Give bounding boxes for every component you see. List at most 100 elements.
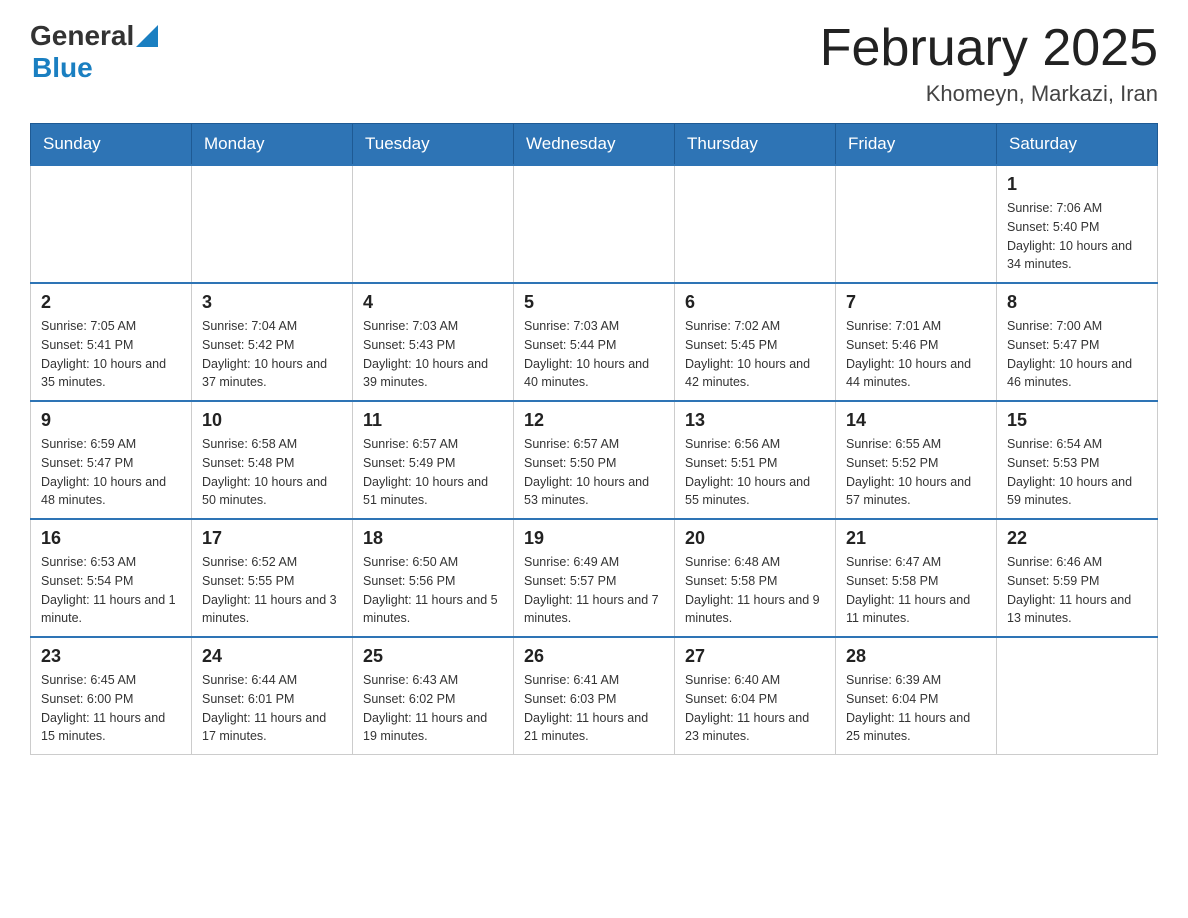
location-title: Khomeyn, Markazi, Iran [820, 81, 1158, 107]
day-number: 23 [41, 646, 181, 667]
day-number: 9 [41, 410, 181, 431]
day-info: Sunrise: 6:59 AMSunset: 5:47 PMDaylight:… [41, 435, 181, 510]
day-info: Sunrise: 6:44 AMSunset: 6:01 PMDaylight:… [202, 671, 342, 746]
day-info: Sunrise: 6:45 AMSunset: 6:00 PMDaylight:… [41, 671, 181, 746]
week-row-1: 1Sunrise: 7:06 AMSunset: 5:40 PMDaylight… [31, 165, 1158, 283]
day-cell: 2Sunrise: 7:05 AMSunset: 5:41 PMDaylight… [31, 283, 192, 401]
day-cell: 28Sunrise: 6:39 AMSunset: 6:04 PMDayligh… [836, 637, 997, 755]
weekday-thursday: Thursday [675, 124, 836, 166]
day-info: Sunrise: 6:53 AMSunset: 5:54 PMDaylight:… [41, 553, 181, 628]
day-number: 13 [685, 410, 825, 431]
day-number: 2 [41, 292, 181, 313]
day-info: Sunrise: 6:58 AMSunset: 5:48 PMDaylight:… [202, 435, 342, 510]
day-number: 28 [846, 646, 986, 667]
month-title: February 2025 [820, 20, 1158, 77]
week-row-4: 16 Sunrise: 6:53 AMSunset: 5:54 PMDayligh… [31, 519, 1158, 637]
day-info: Sunrise: 7:06 AMSunset: 5:40 PMDaylight:… [1007, 199, 1147, 274]
day-number: 12 [524, 410, 664, 431]
day-number: 11 [363, 410, 503, 431]
day-number: 10 [202, 410, 342, 431]
day-cell: 4 Sunrise: 7:03 AMSunset: 5:43 PMDaylight… [353, 283, 514, 401]
day-cell: 24 Sunrise: 6:44 AMSunset: 6:01 PMDayligh… [192, 637, 353, 755]
day-number: 15 [1007, 410, 1147, 431]
day-cell: 6 Sunrise: 7:02 AMSunset: 5:45 PMDaylight… [675, 283, 836, 401]
day-cell: 17Sunrise: 6:52 AMSunset: 5:55 PMDayligh… [192, 519, 353, 637]
day-cell [353, 165, 514, 283]
day-cell: 12 Sunrise: 6:57 AMSunset: 5:50 PMDayligh… [514, 401, 675, 519]
day-number: 27 [685, 646, 825, 667]
day-cell: 11 Sunrise: 6:57 AMSunset: 5:49 PMDayligh… [353, 401, 514, 519]
week-row-3: 9 Sunrise: 6:59 AMSunset: 5:47 PMDaylight… [31, 401, 1158, 519]
day-number: 24 [202, 646, 342, 667]
day-cell: 15 Sunrise: 6:54 AMSunset: 5:53 PMDayligh… [997, 401, 1158, 519]
day-cell [31, 165, 192, 283]
day-cell: 23 Sunrise: 6:45 AMSunset: 6:00 PMDayligh… [31, 637, 192, 755]
day-info: Sunrise: 6:41 AMSunset: 6:03 PMDaylight:… [524, 671, 664, 746]
day-info: Sunrise: 7:04 AMSunset: 5:42 PMDaylight:… [202, 317, 342, 392]
day-cell: 3 Sunrise: 7:04 AMSunset: 5:42 PMDaylight… [192, 283, 353, 401]
day-info: Sunrise: 6:48 AMSunset: 5:58 PMDaylight:… [685, 553, 825, 628]
day-info: Sunrise: 7:02 AMSunset: 5:45 PMDaylight:… [685, 317, 825, 392]
day-cell [997, 637, 1158, 755]
day-info: Sunrise: 6:55 AMSunset: 5:52 PMDaylight:… [846, 435, 986, 510]
weekday-header-row: SundayMondayTuesdayWednesdayThursdayFrid… [31, 124, 1158, 166]
day-info: Sunrise: 6:43 AMSunset: 6:02 PMDaylight:… [363, 671, 503, 746]
day-cell: 13 Sunrise: 6:56 AMSunset: 5:51 PMDayligh… [675, 401, 836, 519]
day-cell: 19 Sunrise: 6:49 AMSunset: 5:57 PMDayligh… [514, 519, 675, 637]
day-cell: 9 Sunrise: 6:59 AMSunset: 5:47 PMDaylight… [31, 401, 192, 519]
day-cell: 25 Sunrise: 6:43 AMSunset: 6:02 PMDayligh… [353, 637, 514, 755]
calendar-table: SundayMondayTuesdayWednesdayThursdayFrid… [30, 123, 1158, 755]
day-number: 16 [41, 528, 181, 549]
day-number: 25 [363, 646, 503, 667]
day-number: 5 [524, 292, 664, 313]
week-row-5: 23 Sunrise: 6:45 AMSunset: 6:00 PMDayligh… [31, 637, 1158, 755]
day-info: Sunrise: 6:52 AMSunset: 5:55 PMDaylight:… [202, 553, 342, 628]
day-cell: 8Sunrise: 7:00 AMSunset: 5:47 PMDaylight… [997, 283, 1158, 401]
day-cell: 18 Sunrise: 6:50 AMSunset: 5:56 PMDayligh… [353, 519, 514, 637]
logo: General Blue [30, 20, 158, 84]
day-info: Sunrise: 6:54 AMSunset: 5:53 PMDaylight:… [1007, 435, 1147, 510]
day-info: Sunrise: 6:49 AMSunset: 5:57 PMDaylight:… [524, 553, 664, 628]
day-number: 3 [202, 292, 342, 313]
weekday-monday: Monday [192, 124, 353, 166]
day-number: 14 [846, 410, 986, 431]
logo-blue-text: Blue [32, 52, 93, 84]
day-cell: 21Sunrise: 6:47 AMSunset: 5:58 PMDayligh… [836, 519, 997, 637]
logo-triangle-icon [136, 25, 158, 47]
day-cell [192, 165, 353, 283]
day-cell: 16 Sunrise: 6:53 AMSunset: 5:54 PMDayligh… [31, 519, 192, 637]
day-cell: 27 Sunrise: 6:40 AMSunset: 6:04 PMDayligh… [675, 637, 836, 755]
day-info: Sunrise: 6:56 AMSunset: 5:51 PMDaylight:… [685, 435, 825, 510]
day-number: 18 [363, 528, 503, 549]
day-number: 6 [685, 292, 825, 313]
day-info: Sunrise: 6:50 AMSunset: 5:56 PMDaylight:… [363, 553, 503, 628]
weekday-saturday: Saturday [997, 124, 1158, 166]
day-number: 19 [524, 528, 664, 549]
day-cell: 20 Sunrise: 6:48 AMSunset: 5:58 PMDayligh… [675, 519, 836, 637]
weekday-sunday: Sunday [31, 124, 192, 166]
day-info: Sunrise: 6:40 AMSunset: 6:04 PMDaylight:… [685, 671, 825, 746]
day-cell [836, 165, 997, 283]
day-cell: 5 Sunrise: 7:03 AMSunset: 5:44 PMDaylight… [514, 283, 675, 401]
day-info: Sunrise: 7:03 AMSunset: 5:43 PMDaylight:… [363, 317, 503, 392]
day-number: 4 [363, 292, 503, 313]
day-info: Sunrise: 6:46 AMSunset: 5:59 PMDaylight:… [1007, 553, 1147, 628]
day-number: 20 [685, 528, 825, 549]
day-info: Sunrise: 6:57 AMSunset: 5:50 PMDaylight:… [524, 435, 664, 510]
weekday-wednesday: Wednesday [514, 124, 675, 166]
day-info: Sunrise: 7:03 AMSunset: 5:44 PMDaylight:… [524, 317, 664, 392]
day-info: Sunrise: 7:01 AMSunset: 5:46 PMDaylight:… [846, 317, 986, 392]
day-cell: 7 Sunrise: 7:01 AMSunset: 5:46 PMDaylight… [836, 283, 997, 401]
title-area: February 2025 Khomeyn, Markazi, Iran [820, 20, 1158, 107]
day-cell: 26 Sunrise: 6:41 AMSunset: 6:03 PMDayligh… [514, 637, 675, 755]
week-row-2: 2Sunrise: 7:05 AMSunset: 5:41 PMDaylight… [31, 283, 1158, 401]
logo-general-text: General [30, 20, 134, 52]
day-cell: 14 Sunrise: 6:55 AMSunset: 5:52 PMDayligh… [836, 401, 997, 519]
header: General Blue February 2025 Khomeyn, Mark… [30, 20, 1158, 107]
day-info: Sunrise: 7:00 AMSunset: 5:47 PMDaylight:… [1007, 317, 1147, 392]
day-number: 26 [524, 646, 664, 667]
day-info: Sunrise: 6:57 AMSunset: 5:49 PMDaylight:… [363, 435, 503, 510]
day-number: 22 [1007, 528, 1147, 549]
day-number: 7 [846, 292, 986, 313]
day-cell [514, 165, 675, 283]
